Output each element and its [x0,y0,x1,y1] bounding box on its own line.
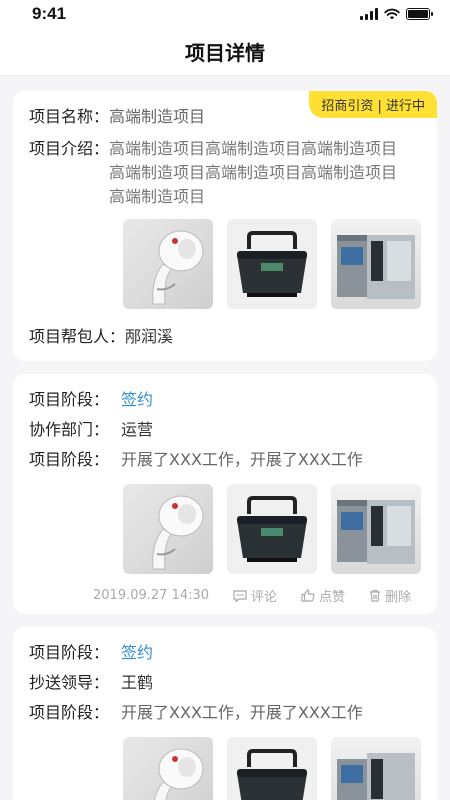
record-progress-label: 项目阶段： [29,450,110,469]
progress-record-card: 项目阶段： 签约 协作部门： 运营 项目阶段： 开展了XXX工作，开展了XXX工… [13,374,437,614]
project-intro-row: 项目介绍： 高端制造项目高端制造项目高端制造项目高端制造项目高端制造项目高端制造… [29,137,397,209]
record-dept-value: 运营 [121,420,154,439]
wifi-icon [384,8,400,20]
record-progress-row: 项目阶段： 开展了XXX工作，开展了XXX工作 [29,448,363,472]
project-name-row: 项目名称： 高端制造项目 [29,105,205,129]
project-intro-label: 项目介绍： [29,139,110,158]
nav-bar: 项目详情 [0,30,450,76]
record-stage-value: 签约 [121,390,154,409]
record-stage-row: 项目阶段： 签约 [29,388,153,412]
record-progress-value: 开展了XXX工作，开展了XXX工作 [121,450,363,469]
page-title: 项目详情 [185,41,265,65]
record-meta-bar: 2019.09.27 14:30 评论 点赞 删除 [93,586,411,605]
industrial-machine-image[interactable] [331,484,421,574]
project-image-gallery [123,219,421,309]
record-progress-value: 开展了XXX工作，开展了XXX工作 [121,703,363,722]
portable-generator-image[interactable] [227,219,317,309]
record-stage-label: 项目阶段： [29,643,110,662]
industrial-machine-image[interactable] [331,737,421,800]
delete-button[interactable]: 删除 [369,586,411,605]
record-dept-row: 协作部门： 运营 [29,418,153,442]
delete-label: 删除 [385,590,412,605]
thumbs-up-icon [301,589,315,602]
hair-dryer-image[interactable] [123,484,213,574]
record-timestamp: 2019.09.27 14:30 [93,588,210,603]
status-time: 9:41 [32,4,67,23]
record-stage-label: 项目阶段： [29,390,110,409]
project-name-label: 项目名称： [29,107,110,126]
signal-icon [360,8,378,20]
like-button[interactable]: 点赞 [301,586,345,605]
record-progress-row: 项目阶段： 开展了XXX工作，开展了XXX工作 [29,701,363,725]
project-name-value: 高端制造项目 [109,107,206,126]
comment-button[interactable]: 评论 [233,586,277,605]
industrial-machine-image[interactable] [331,219,421,309]
project-intro-value: 高端制造项目高端制造项目高端制造项目高端制造项目高端制造项目高端制造项目高端制造… [109,139,398,206]
trash-icon [370,589,381,602]
record-progress-label: 项目阶段： [29,703,110,722]
record-cc-label: 抄送领导： [29,673,110,692]
battery-icon [406,8,433,20]
portable-generator-image[interactable] [227,737,317,800]
hair-dryer-image[interactable] [123,219,213,309]
record-image-gallery [123,737,421,800]
record-stage-row: 项目阶段： 签约 [29,641,153,665]
portable-generator-image[interactable] [227,484,317,574]
status-icons [360,8,433,20]
project-info-card: 招商引资 | 进行中 项目名称： 高端制造项目 项目介绍： 高端制造项目高端制造… [13,91,437,361]
record-cc-value: 王鹤 [121,673,154,692]
project-helper-row: 项目帮包人： 邴润溪 [29,325,173,349]
record-image-gallery [123,484,421,574]
progress-record-card: 项目阶段： 签约 抄送领导： 王鹤 项目阶段： 开展了XXX工作，开展了XXX工… [13,627,437,800]
comment-label: 评论 [251,590,278,605]
status-bar: 9:41 [0,0,450,30]
status-badge: 招商引资 | 进行中 [309,91,437,118]
hair-dryer-image[interactable] [123,737,213,800]
record-cc-row: 抄送领导： 王鹤 [29,671,153,695]
project-helper-value: 邴润溪 [125,327,174,346]
like-label: 点赞 [319,590,346,605]
record-stage-value: 签约 [121,643,154,662]
record-dept-label: 协作部门： [29,420,110,439]
comment-icon [233,589,247,602]
project-helper-label: 项目帮包人： [29,327,126,346]
